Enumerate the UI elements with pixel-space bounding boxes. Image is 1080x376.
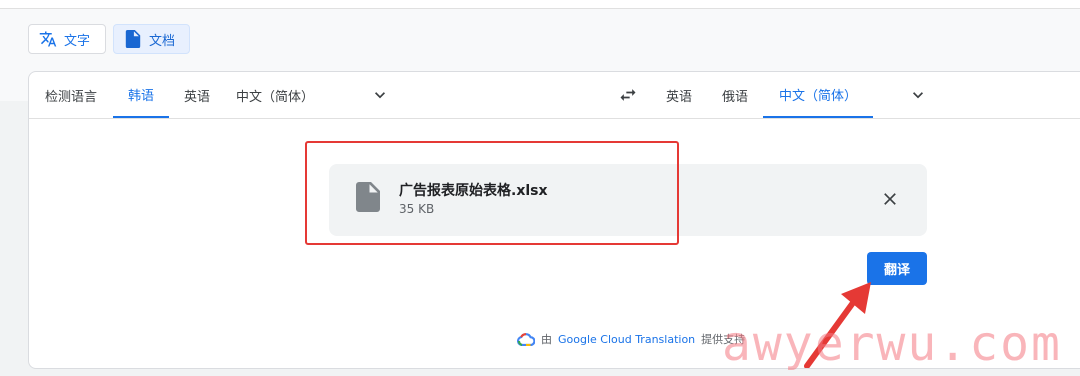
close-icon — [884, 193, 896, 205]
text-mode-button[interactable]: 文字 — [28, 24, 106, 54]
docs-mode-label: 文档 — [149, 33, 176, 49]
translate-icon — [39, 30, 57, 48]
source-lang-english[interactable]: 英语 — [169, 72, 225, 118]
docs-mode-button[interactable]: 文档 — [113, 24, 190, 54]
language-bar: 检测语言 韩语 英语 中文（简体） 英语 俄语 中文（简体） — [29, 72, 1080, 119]
source-lang-detect[interactable]: 检测语言 — [29, 72, 113, 118]
google-cloud-icon — [517, 333, 535, 346]
source-lang-chinese-simplified[interactable]: 中文（简体） — [225, 72, 325, 118]
target-lang-english[interactable]: 英语 — [651, 72, 707, 118]
top-strip — [0, 0, 1080, 9]
google-cloud-translation-link[interactable]: Google Cloud Translation — [558, 333, 695, 346]
target-lang-chinese-simplified[interactable]: 中文（简体） — [763, 72, 873, 118]
chevron-down-icon[interactable] — [370, 85, 390, 105]
document-icon — [124, 30, 142, 48]
source-lang-korean[interactable]: 韩语 — [113, 72, 169, 118]
target-lang-russian[interactable]: 俄语 — [707, 72, 763, 118]
swap-arrows-icon[interactable] — [617, 85, 639, 105]
text-mode-label: 文字 — [64, 33, 91, 49]
powered-by: 由 Google Cloud Translation 提供支持 — [517, 331, 745, 347]
powered-by-prefix: 由 — [541, 333, 552, 346]
chevron-down-icon[interactable] — [908, 85, 928, 105]
watermark: awyerwu.com — [722, 316, 1062, 372]
annotation-highlight-box — [305, 141, 679, 245]
remove-file-button[interactable] — [877, 186, 903, 212]
